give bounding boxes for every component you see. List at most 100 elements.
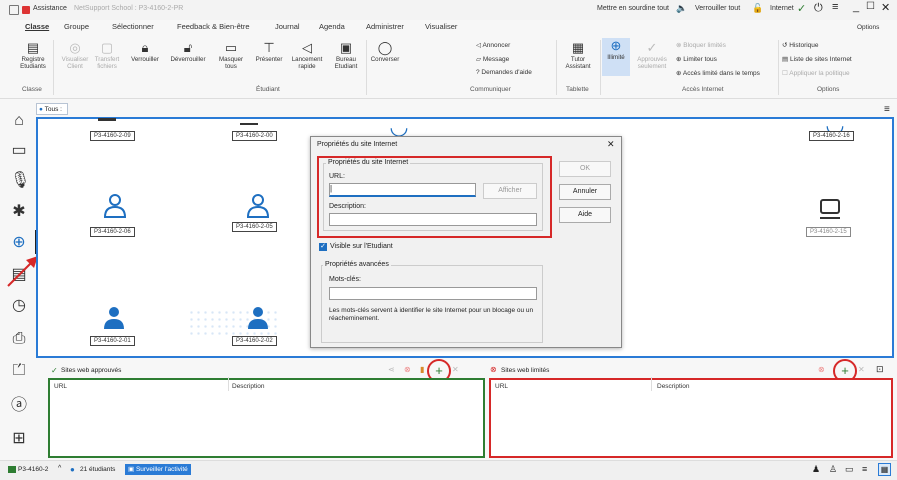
assistance-icon[interactable] — [22, 6, 30, 14]
visualiser-client-button[interactable]: ◎ Visualiser Client — [60, 40, 90, 71]
delete-icon[interactable]: ✕ — [858, 365, 865, 374]
student-label[interactable]: P3-4160-2-01 — [90, 336, 135, 346]
printer-icon[interactable]: ⎙ — [10, 330, 28, 348]
hamburger-icon[interactable]: ≡ — [884, 104, 890, 115]
clock-icon[interactable]: ◷ — [10, 297, 28, 315]
transfert-button[interactable]: ▢ Transfert fichiers — [92, 39, 122, 71]
approved-col-description[interactable]: Description — [232, 383, 265, 390]
tab-selectionner[interactable]: Sélectionner — [112, 22, 154, 31]
tab-administrer[interactable]: Administrer — [366, 22, 404, 31]
registre-button[interactable]: ▤ Registre Etudiants — [18, 40, 48, 71]
afficher-button[interactable]: Afficher — [483, 183, 537, 199]
tab-classe[interactable]: Classe — [25, 22, 49, 31]
illimite-button[interactable]: ⊕ Illimité — [602, 38, 630, 76]
machine-name[interactable]: P3-4160-2 — [18, 466, 48, 473]
url-input[interactable]: | — [329, 183, 476, 197]
list-view-icon[interactable]: ≡ — [862, 464, 867, 474]
limiter-tous-button[interactable]: ⊕ Limiter tous — [676, 55, 717, 63]
visible-checkbox[interactable]: ✓ — [319, 243, 327, 251]
close-icon[interactable]: ✕ — [881, 1, 890, 14]
minimize-icon[interactable]: _ — [853, 1, 859, 13]
verrouiller-button[interactable]: 🔒︎ Verrouiller — [127, 40, 163, 64]
acces-limite-button[interactable]: ⊕ Accès limité dans le temps — [676, 69, 760, 77]
presenter-label: Présenter — [255, 56, 283, 63]
limited-col-url[interactable]: URL — [495, 383, 508, 390]
student-label[interactable]: P3-4160-2-00 — [232, 131, 277, 141]
monitor-icon[interactable]: ▭ — [10, 142, 28, 160]
annuler-button[interactable]: Annuler — [559, 184, 611, 200]
message-button[interactable]: ▱ Message — [476, 55, 509, 63]
verrouiller-label: Verrouiller — [131, 56, 159, 63]
feedback-icon[interactable]: ✱ — [10, 203, 28, 221]
appliquer-politique-button[interactable]: ☐ Appliquer la politique — [782, 69, 850, 77]
approuves-button[interactable]: ✓ Approuvés seulement — [634, 40, 670, 71]
delete-icon[interactable]: ✕ — [452, 365, 459, 374]
add-image-icon[interactable]: ⊞ — [10, 430, 28, 448]
tous-tab[interactable]: ● Tous : 21 — [36, 103, 68, 125]
usb-icon[interactable]: ⏍ — [10, 362, 28, 380]
lock-all-button[interactable]: Verrouiller tout — [695, 5, 740, 12]
edit-icon[interactable]: ▮ — [420, 365, 424, 374]
chevron-up-icon[interactable]: ^ — [58, 465, 61, 472]
description-input[interactable] — [329, 213, 537, 226]
annoncer-button[interactable]: ◁ Annoncer — [476, 41, 510, 49]
remove-icon[interactable]: ⊗ — [404, 365, 411, 374]
website-properties-dialog[interactable]: Propriétés du site Internet ✕ Propriétés… — [310, 136, 622, 348]
converser-button[interactable]: ◯ Converser — [367, 40, 403, 64]
tab-agenda[interactable]: Agenda — [319, 22, 345, 31]
student-count[interactable]: 21 étudiants — [80, 466, 115, 473]
monitor-activity-button[interactable]: ▣ Surveiller l'activité — [125, 464, 191, 475]
options-menu[interactable]: Options — [857, 24, 879, 31]
home-icon[interactable]: ⌂ — [10, 112, 28, 130]
historique-button[interactable]: ↺ Historique — [782, 41, 819, 49]
menu-icon[interactable]: ≡ — [832, 1, 838, 13]
masquer-button[interactable]: ▭ Masquer tous — [213, 39, 249, 71]
dialog-close-icon[interactable]: ✕ — [607, 139, 615, 150]
check-circle-icon: ✓ — [797, 3, 807, 15]
tutor-assistant-button[interactable]: ▦ Tutor Assistant — [558, 40, 598, 71]
approved-col-url[interactable]: URL — [54, 383, 67, 390]
remove-icon[interactable]: ⊗ — [818, 365, 825, 374]
title-bar: Assistance NetSupport School : P3-4160-2… — [0, 0, 897, 20]
internet-status[interactable]: Internet — [770, 5, 794, 12]
tab-groupe[interactable]: Groupe — [64, 22, 89, 31]
export-icon[interactable]: ⊡ — [876, 364, 884, 375]
liste-sites-button[interactable]: ▤ Liste de sites Internet — [782, 55, 852, 63]
user-icon[interactable]: ♙ — [829, 464, 837, 475]
student-label[interactable]: P3-4160-2-15 — [806, 227, 851, 237]
demandes-aide-button[interactable]: ? Demandes d'aide — [476, 69, 532, 76]
bloquer-limites-button[interactable]: ⊗ Bloquer limités — [676, 41, 726, 49]
mots-cles-input[interactable] — [329, 287, 537, 300]
power-icon[interactable]: ⏻ — [814, 2, 823, 15]
tab-visualiser[interactable]: Visualiser — [425, 22, 457, 31]
mute-all-button[interactable]: Mettre en sourdine tout — [597, 5, 669, 12]
person-icon[interactable]: ♟ — [812, 464, 820, 475]
student-label[interactable]: P3-4160-2-02 — [232, 336, 277, 346]
microphone-icon[interactable]: 🎙︎ — [10, 172, 30, 190]
tab-feedback[interactable]: Feedback & Bien-être — [177, 22, 250, 31]
lock-icon: 🔓 — [752, 3, 764, 13]
aide-button[interactable]: Aide — [559, 207, 611, 223]
student-label[interactable]: P3-4160-2-09 — [90, 131, 135, 141]
type-icon[interactable]: ⓐ — [10, 397, 28, 415]
presenter-button[interactable]: ⊤ Présenter — [252, 40, 286, 64]
limited-col-description[interactable]: Description — [657, 383, 690, 390]
message-label: Message — [482, 56, 510, 63]
student-label[interactable]: P3-4160-2-16 — [809, 131, 854, 141]
bureau-button[interactable]: ▣ Bureau Etudiant — [328, 40, 364, 71]
ok-button[interactable]: OK — [559, 161, 611, 177]
tab-journal[interactable]: Journal — [275, 22, 300, 31]
folder-icon: ▢ — [100, 39, 114, 55]
lancement-button[interactable]: ◁ Lancement rapide — [289, 40, 325, 71]
approved-sites-list[interactable]: URL Description — [48, 377, 485, 458]
monitor-view-icon[interactable]: ▭ — [845, 464, 854, 475]
share-icon[interactable]: ⋖ — [388, 365, 395, 374]
assistance-label[interactable]: Assistance — [33, 5, 67, 12]
limited-sites-list[interactable]: URL Description — [489, 377, 893, 458]
monitor-icon: ▭ — [224, 39, 238, 55]
student-label[interactable]: P3-4160-2-05 — [232, 222, 277, 232]
maximize-icon[interactable]: ☐ — [866, 1, 875, 12]
grid-view-icon[interactable]: ▦ — [878, 463, 891, 476]
student-label[interactable]: P3-4160-2-06 — [90, 227, 135, 237]
deverrouiller-button[interactable]: 🔓︎ Déverrouiller — [166, 40, 210, 64]
